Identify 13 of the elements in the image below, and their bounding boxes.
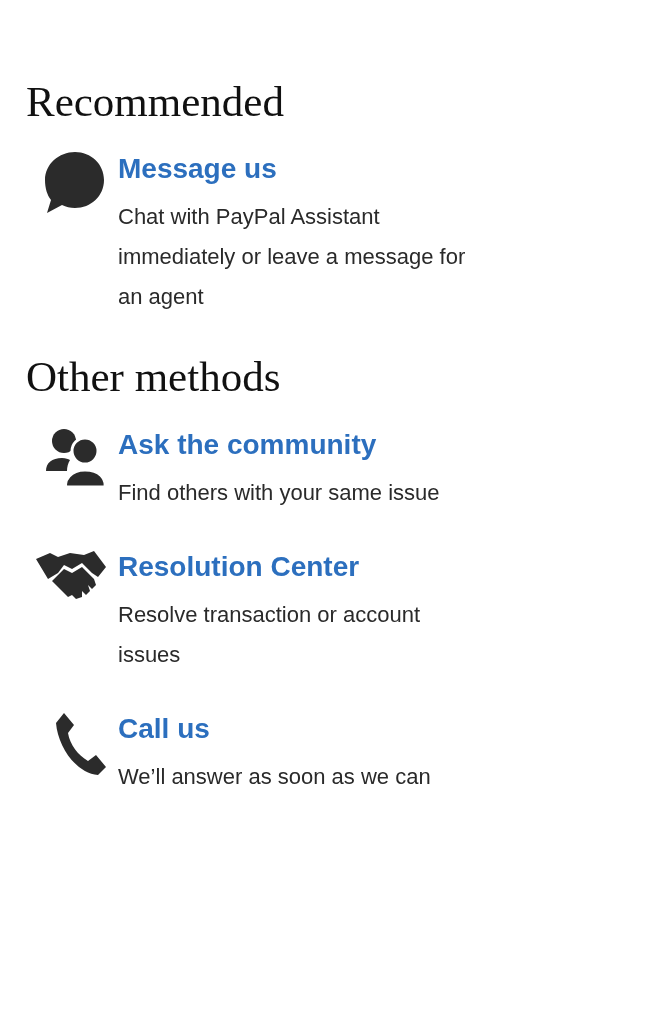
contact-option-link[interactable]: Call us — [118, 710, 210, 747]
handshake-icon — [36, 548, 106, 601]
option-description: We’ll answer as soon as we can — [118, 762, 432, 791]
chat-bubble-icon — [44, 151, 106, 214]
contact-option-link[interactable]: Message us — [118, 151, 277, 188]
section-heading: Other methods — [26, 353, 282, 401]
option-description: Resolve transaction or account issues — [118, 600, 422, 669]
option-description: Chat with PayPal Assistant immediately or leave a message for an agent — [118, 203, 467, 312]
people-icon — [44, 426, 106, 489]
contact-option-link[interactable]: Ask the community — [118, 426, 377, 463]
contact-option-link[interactable]: Resolution Center — [118, 548, 360, 585]
option-description: Find others with your same issue — [118, 478, 441, 507]
section-heading: Recommended — [26, 78, 285, 126]
